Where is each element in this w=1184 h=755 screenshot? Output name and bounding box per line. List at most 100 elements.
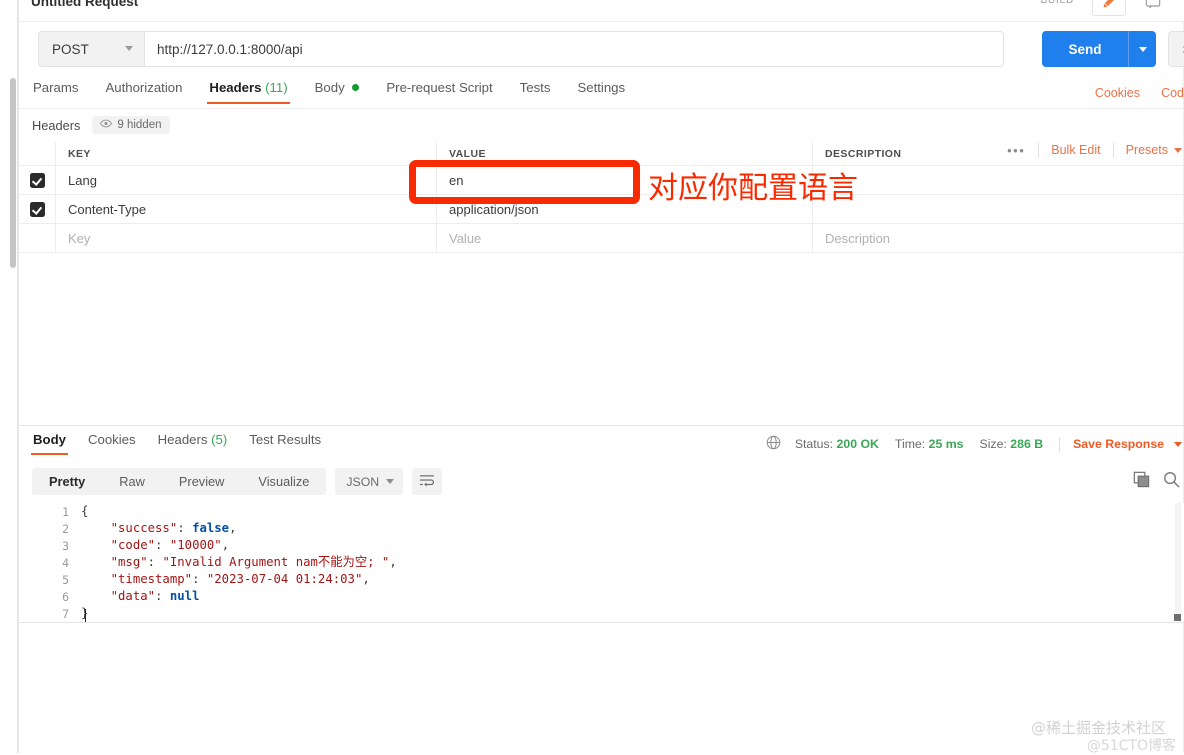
response-format-bar: Pretty Raw Preview Visualize JSON — [32, 468, 442, 495]
new-key-input[interactable]: Key — [56, 224, 437, 252]
row-checkbox-cell[interactable] — [19, 166, 56, 194]
send-options-button[interactable] — [1128, 31, 1156, 67]
response-tab-test-results[interactable]: Test Results — [249, 432, 321, 455]
url-input[interactable]: http://127.0.0.1:8000/api — [144, 31, 1004, 67]
tab-pre-request-script[interactable]: Pre-request Script — [386, 80, 492, 104]
save-button[interactable]: Save — [1168, 31, 1184, 67]
row-key-cell[interactable]: Lang — [56, 166, 437, 194]
view-mode-pretty[interactable]: Pretty — [32, 468, 102, 495]
code-token: , — [389, 555, 396, 569]
row-checkbox-cell[interactable] — [19, 224, 56, 252]
view-mode-raw[interactable]: Raw — [102, 468, 162, 495]
code-line: "code": "10000", — [81, 537, 397, 554]
line-number: 2 — [62, 522, 69, 536]
time-value: 25 ms — [929, 437, 964, 451]
view-mode-preview[interactable]: Preview — [162, 468, 242, 495]
more-options-icon[interactable]: ••• — [994, 144, 1038, 157]
tab-headers-count: (11) — [265, 80, 287, 95]
annotation-text: 对应你配置语言 — [648, 163, 858, 207]
row-checkbox-cell[interactable] — [19, 195, 56, 223]
code-line: } — [81, 605, 397, 622]
edit-button[interactable] — [1092, 0, 1126, 16]
new-description-input[interactable]: Description — [813, 224, 1184, 252]
send-button[interactable]: Send — [1042, 31, 1128, 67]
response-headers-count: (5) — [211, 432, 227, 447]
row-description-cell[interactable] — [813, 166, 1184, 194]
word-wrap-button[interactable] — [412, 468, 442, 495]
response-body-code[interactable]: 1 2 3 4 5 6 7 { "success": false, "code"… — [19, 503, 1184, 622]
comment-button[interactable] — [1136, 0, 1170, 16]
code-line: { — [81, 503, 397, 520]
tabs-underline — [19, 108, 1184, 109]
presets-button[interactable]: Presets — [1114, 143, 1174, 157]
bulk-edit-button[interactable]: Bulk Edit — [1039, 143, 1112, 157]
code-token: : — [177, 521, 192, 535]
save-response-button[interactable]: Save Response — [1073, 437, 1164, 451]
copy-response-button[interactable] — [1132, 470, 1152, 490]
globe-icon — [766, 435, 781, 453]
tab-headers[interactable]: Headers (11) — [209, 80, 287, 104]
copy-icon — [1132, 477, 1151, 492]
tab-settings[interactable]: Settings — [577, 80, 625, 104]
status-value: 200 OK — [837, 437, 879, 451]
tab-label: Authorization — [105, 80, 182, 95]
row-key-cell[interactable]: Content-Type — [56, 195, 437, 223]
tab-params[interactable]: Params — [33, 80, 78, 104]
code-line: "timestamp": "2023-07-04 01:24:03", — [81, 571, 397, 588]
new-key-placeholder: Key — [68, 231, 90, 246]
chevron-down-icon — [125, 46, 133, 51]
code-token: : — [192, 572, 207, 586]
response-language-select[interactable]: JSON — [335, 468, 403, 495]
tab-label: Body — [33, 432, 66, 447]
http-method-select[interactable]: POST — [38, 31, 144, 67]
tab-label: Cookies — [88, 432, 136, 447]
body-present-dot-icon — [352, 84, 359, 91]
row-value-value: application/json — [449, 202, 539, 217]
sidebar-scrollbar[interactable] — [10, 78, 16, 268]
search-response-button[interactable] — [1162, 470, 1182, 490]
line-number: 4 — [62, 556, 69, 570]
eye-icon — [100, 119, 112, 131]
response-view-mode-group: Pretty Raw Preview Visualize — [32, 468, 326, 495]
status-badge: Status: 200 OK — [795, 437, 879, 451]
tab-authorization[interactable]: Authorization — [105, 80, 182, 104]
row-description-cell[interactable] — [813, 195, 1184, 223]
response-tab-body[interactable]: Body — [33, 432, 66, 455]
chevron-down-icon[interactable] — [1174, 442, 1182, 447]
code-scroll-corner[interactable] — [1174, 614, 1181, 621]
chevron-down-icon[interactable] — [1174, 148, 1182, 153]
tab-tests[interactable]: Tests — [520, 80, 551, 104]
checkbox-checked-icon[interactable] — [30, 202, 45, 217]
code-vertical-scrollbar[interactable] — [1175, 503, 1181, 613]
tab-label: Settings — [577, 80, 625, 95]
view-mode-visualize[interactable]: Visualize — [241, 468, 326, 495]
response-tab-headers[interactable]: Headers (5) — [158, 432, 228, 455]
code-token: "10000" — [170, 538, 222, 552]
code-line: "data": null — [81, 588, 397, 605]
new-value-input[interactable]: Value — [437, 224, 813, 252]
status-label: Status: — [795, 437, 833, 451]
checkbox-checked-icon[interactable] — [30, 173, 45, 188]
code-token: : — [155, 538, 170, 552]
size-value: 286 B — [1010, 437, 1043, 451]
tab-body[interactable]: Body — [315, 80, 360, 104]
row-key-value: Content-Type — [68, 202, 146, 217]
hidden-headers-count: 9 hidden — [117, 119, 161, 131]
table-row-new[interactable]: Key Value Description — [19, 224, 1184, 253]
cookies-link[interactable]: Cookies — [1095, 86, 1140, 100]
size-label: Size: — [980, 437, 1007, 451]
pencil-icon — [1102, 0, 1117, 12]
build-mode-label: BUILD — [1041, 0, 1074, 6]
size-badge: Size: 286 B — [980, 437, 1044, 451]
headers-subbar: Headers 9 hidden — [19, 112, 1184, 138]
code-token: "data" — [81, 589, 155, 603]
line-number: 5 — [62, 573, 69, 587]
request-title-bar: Untitled Request BUILD — [19, 0, 1184, 22]
table-row[interactable]: Content-Type application/json — [19, 195, 1184, 224]
code-token: , — [229, 521, 236, 535]
response-tab-cookies[interactable]: Cookies — [88, 432, 136, 455]
hidden-headers-toggle[interactable]: 9 hidden — [92, 116, 169, 134]
code-link[interactable]: Cod — [1161, 86, 1184, 100]
table-row[interactable]: Lang en — [19, 166, 1184, 195]
tab-label: Params — [33, 80, 78, 95]
